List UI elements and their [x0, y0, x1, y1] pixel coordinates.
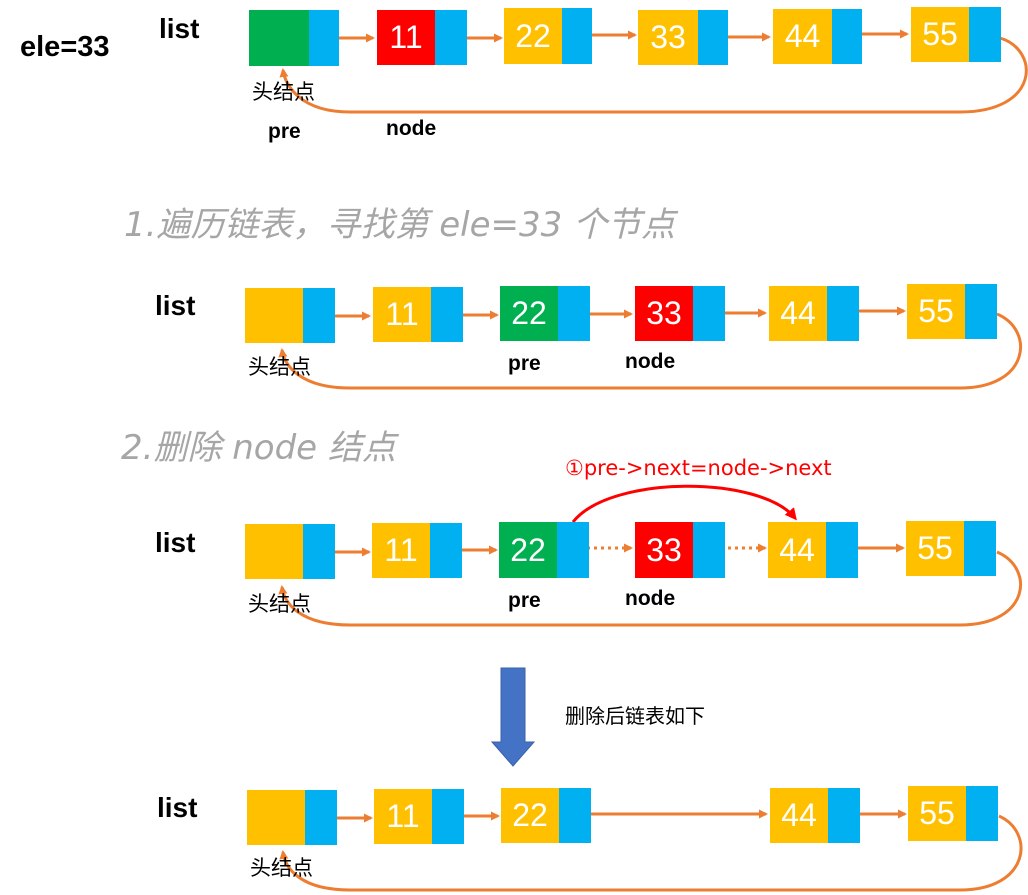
- row4-list-label: list: [157, 792, 198, 823]
- row2-next-44: [827, 286, 859, 341]
- row2-next-55: [965, 284, 997, 339]
- row1-node-22: 22: [504, 8, 562, 64]
- row3-node-11: 11: [372, 523, 430, 578]
- row1-node-55: 55: [911, 7, 969, 62]
- row4-node-11: 11: [374, 789, 432, 844]
- row2-next-33: [693, 286, 725, 341]
- row1-node-11: 11: [377, 10, 435, 65]
- row3-node-label: node: [625, 587, 676, 610]
- row2-head-next-box: [303, 288, 335, 343]
- row1-node-33: 33: [638, 10, 698, 65]
- row4-node-22: 22: [501, 788, 559, 843]
- row3-list-label: list: [155, 527, 196, 558]
- row1-head-node: [249, 10, 309, 66]
- row3-node-44: 44: [768, 522, 826, 578]
- row2-node-11: 11: [373, 287, 431, 342]
- row2-next-11: [431, 287, 463, 342]
- row2-node-22: 22: [500, 286, 558, 341]
- row2-next-22: [558, 286, 590, 341]
- row4-node-55: 55: [908, 786, 966, 841]
- ele-label: ele=33: [20, 31, 110, 63]
- row2-node-33: 33: [635, 286, 693, 341]
- row3-next-33: [693, 522, 725, 578]
- row1-head-next-box: [309, 10, 339, 66]
- row2-pre-label: pre: [508, 352, 541, 375]
- row4-node-44: 44: [770, 788, 828, 843]
- row1-node-label: node: [386, 117, 437, 140]
- row3-head-next-box: [303, 524, 335, 579]
- row4-head-next-box: [305, 790, 337, 845]
- row1-node-44: 44: [773, 9, 832, 64]
- row1-next-11: [435, 10, 467, 65]
- row4-next-44: [828, 788, 860, 843]
- row2-head-label: 头结点: [248, 355, 311, 379]
- row1-next-44: [832, 9, 862, 64]
- row3-pre-label: pre: [508, 589, 541, 612]
- row3-head-node: [245, 524, 303, 579]
- row4-head-node: [247, 790, 305, 845]
- row3-node-55: 55: [906, 521, 964, 576]
- row3-node-22: 22: [499, 522, 557, 578]
- row1-pre-label: pre: [268, 120, 301, 143]
- row2-head-node: [245, 288, 303, 343]
- row3-next-44: [826, 522, 858, 578]
- row3-red-bypass-arrow: [571, 484, 797, 523]
- row1-next-55: [969, 7, 1001, 62]
- row3-node-33: 33: [635, 522, 693, 578]
- row4-head-label: 头结点: [250, 856, 313, 880]
- row2-node-55: 55: [907, 284, 965, 339]
- bypass-annotation: ①pre->next=node->next: [565, 456, 832, 480]
- row4-next-22: [559, 788, 591, 843]
- row2-list-label: list: [155, 290, 196, 321]
- after-delete-caption: 删除后链表如下: [565, 704, 705, 728]
- down-arrow-icon: [490, 667, 536, 767]
- row3-next-11: [430, 523, 462, 578]
- row3-head-label: 头结点: [248, 592, 311, 616]
- row1-next-33: [698, 10, 728, 65]
- step2-title: 2.删除 node 结点: [121, 428, 396, 468]
- row2-node-label: node: [625, 350, 676, 373]
- row3-next-22: [557, 522, 589, 578]
- row1-next-22: [562, 8, 592, 64]
- row4-next-11: [432, 789, 464, 844]
- row1-head-label: 头结点: [252, 80, 315, 104]
- row1-list-label: list: [159, 13, 200, 44]
- row4-next-55: [966, 786, 998, 841]
- row3-next-55: [964, 521, 996, 576]
- step1-title: 1.遍历链表，寻找第 ele=33 个节点: [124, 205, 676, 245]
- row2-node-44: 44: [769, 286, 827, 341]
